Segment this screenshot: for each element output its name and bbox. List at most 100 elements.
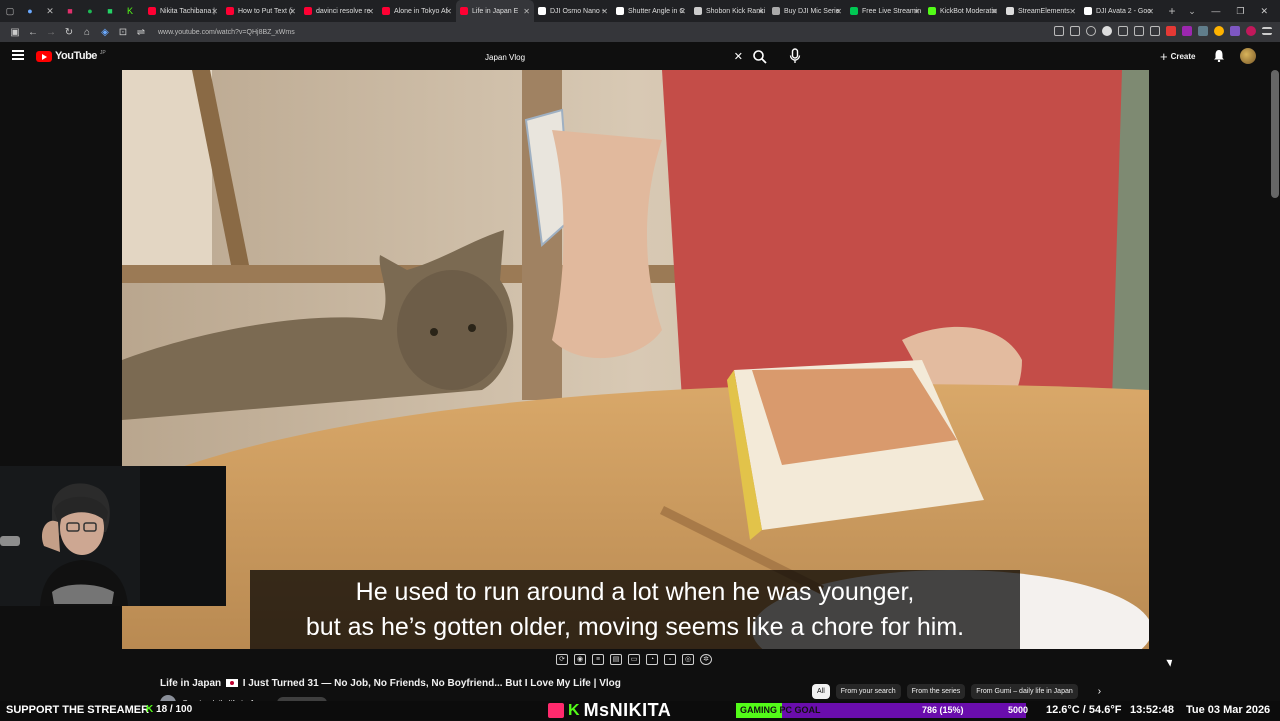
pinned-tab-kick-icon[interactable]: K [120, 0, 140, 22]
extension-icon[interactable] [1118, 26, 1128, 36]
extension-icon[interactable] [1198, 26, 1208, 36]
close-tab-icon[interactable]: ✕ [679, 7, 686, 16]
browser-tab[interactable]: How to Put Text (i ✕ [222, 0, 300, 22]
video-captions: He used to run around a lot when he was … [250, 570, 1020, 649]
extension-icon[interactable] [1166, 26, 1176, 36]
browser-tab[interactable]: Shutter Angle in C ✕ [612, 0, 690, 22]
browser-tab[interactable]: StreamElements - ✕ [1002, 0, 1080, 22]
close-tab-icon[interactable]: ✕ [367, 7, 374, 16]
browser-tab[interactable]: Buy DJI Mic Serie ✕ [768, 0, 846, 22]
account-avatar[interactable] [1240, 48, 1256, 64]
close-tab-icon[interactable]: ✕ [757, 7, 764, 16]
star-icon[interactable] [1086, 26, 1096, 36]
audio-icon[interactable]: ◉ [574, 654, 586, 665]
guide-menu-icon[interactable] [12, 50, 24, 60]
clip-icon[interactable]: ▤ [610, 654, 622, 665]
close-tab-icon[interactable]: ✕ [445, 7, 452, 16]
browser-tab[interactable]: Life in Japan E ✕ [456, 0, 534, 22]
settings-gear-icon[interactable]: ✲ [700, 654, 712, 665]
chevron-right-icon[interactable]: › [1098, 686, 1101, 697]
close-tab-icon[interactable]: ✕ [523, 7, 530, 16]
caption-line-1: He used to run around a lot when he was … [355, 578, 915, 606]
video-frame-illustration [122, 70, 1149, 649]
search-icon[interactable] [752, 49, 768, 65]
miniplayer-icon[interactable]: ▫ [664, 654, 676, 665]
notifications-bell-icon[interactable] [1213, 49, 1225, 62]
pinned-tab-x-icon[interactable]: ✕ [40, 0, 60, 22]
speed-icon[interactable]: ◔ [646, 654, 658, 665]
tab-favicon-icon [694, 7, 702, 15]
clear-search-icon[interactable]: ✕ [734, 50, 743, 63]
player-controls: ⟳ ◉ ≡ ▤ ▭ ◔ ▫ ◎ ✲ [556, 654, 712, 665]
sidebar-toggle-icon[interactable]: ▣ [6, 27, 24, 38]
mouse-cursor-icon [1166, 657, 1175, 667]
extension-icon[interactable] [1150, 26, 1160, 36]
pinned-tab-whatsapp-icon[interactable]: ■ [100, 0, 120, 22]
search-input[interactable]: Japan Vlog ✕ [477, 46, 749, 68]
browser-tab[interactable]: Alone in Tokyo Af ✕ [378, 0, 456, 22]
browser-tab[interactable]: Free Live Streamin ✕ [846, 0, 924, 22]
chip-from-channel[interactable]: From Gumi – daily life in Japan [971, 684, 1078, 699]
close-tab-icon[interactable]: ✕ [289, 7, 296, 16]
close-tab-icon[interactable]: ✕ [835, 7, 842, 16]
extension-icon[interactable] [1054, 26, 1064, 36]
playlist-icon[interactable]: ≡ [592, 654, 604, 665]
video-player[interactable]: He used to run around a lot when he was … [122, 70, 1149, 649]
tab-favicon-icon [1006, 7, 1014, 15]
chip-from-your-search[interactable]: From your search [835, 684, 901, 699]
browser-tab[interactable]: DJI Avata 2 - Goo ✕ [1080, 0, 1158, 22]
back-icon[interactable]: ← [24, 27, 42, 38]
extension-icon[interactable] [1134, 26, 1144, 36]
search-query: Japan Vlog [485, 52, 526, 62]
close-tab-icon[interactable]: ✕ [601, 7, 608, 16]
stream-overlay-bar: SUPPORT THE STREAMER K 18 / 100 K MsNIKI… [0, 700, 1280, 720]
tab-label: DJI Osmo Nano - [550, 7, 605, 15]
restore-icon[interactable]: ❐ [1236, 6, 1244, 17]
forward-icon[interactable]: → [42, 27, 60, 38]
pinned-tab-spotify-icon[interactable]: ● [80, 0, 100, 22]
browser-menu-icon[interactable] [1262, 27, 1272, 35]
profile-icon[interactable] [1246, 26, 1256, 36]
close-window-icon[interactable]: ✕ [1260, 6, 1268, 17]
extension-icon[interactable] [1070, 26, 1080, 36]
tab-actions-icon[interactable]: ▢ [0, 0, 20, 22]
pinned-tab-icon[interactable]: ● [20, 0, 40, 22]
site-info-icon[interactable]: ⇌ [132, 27, 150, 38]
browser-tab[interactable]: KickBot Moderatio ✕ [924, 0, 1002, 22]
chip-all[interactable]: All [812, 684, 830, 699]
pinned-tab-instagram-icon[interactable]: ■ [60, 0, 80, 22]
close-tab-icon[interactable]: ✕ [211, 7, 218, 16]
extension-icon[interactable] [1230, 26, 1240, 36]
home-icon[interactable]: ⌂ [78, 27, 96, 38]
close-tab-icon[interactable]: ✕ [991, 7, 998, 16]
theater-mode-icon[interactable]: ▭ [628, 654, 640, 665]
japan-flag-icon [225, 679, 238, 687]
new-tab-button[interactable]: + [1162, 0, 1182, 22]
extension-icon[interactable] [1214, 26, 1224, 36]
loop-icon[interactable]: ⟳ [556, 654, 568, 665]
browser-tab[interactable]: DJI Osmo Nano - ✕ [534, 0, 612, 22]
microphone-icon[interactable] [788, 48, 802, 64]
tab-label: Alone in Tokyo Af [394, 7, 448, 15]
chip-from-the-series[interactable]: From the series [906, 684, 966, 699]
create-button[interactable]: + Create [1160, 48, 1196, 64]
youtube-logo[interactable]: YouTube JP [36, 50, 106, 62]
shield-icon[interactable]: ◈ [96, 27, 114, 38]
lock-icon[interactable]: ⊡ [114, 27, 132, 38]
tab-label: Life in Japan E [472, 7, 519, 15]
extension-icon[interactable] [1102, 26, 1112, 36]
page-scrollbar[interactable] [1271, 70, 1279, 198]
close-tab-icon[interactable]: ✕ [913, 7, 920, 16]
reload-icon[interactable]: ↻ [60, 27, 78, 38]
screenshot-icon[interactable]: ◎ [682, 654, 694, 665]
close-tab-icon[interactable]: ✕ [1147, 7, 1154, 16]
tab-search-icon[interactable]: ⌄ [1182, 0, 1202, 22]
extension-icon[interactable] [1182, 26, 1192, 36]
close-tab-icon[interactable]: ✕ [1069, 7, 1076, 16]
browser-tab[interactable]: davinci resolve re ✕ [300, 0, 378, 22]
browser-tab[interactable]: Shobon Kick Ranki ✕ [690, 0, 768, 22]
youtube-region-code: JP [99, 50, 106, 56]
browser-tab[interactable]: Nikita Tachibana | ✕ [144, 0, 222, 22]
minimize-icon[interactable]: — [1211, 6, 1220, 16]
url-field[interactable]: www.youtube.com/watch?v=QHj8BZ_xWms [158, 29, 295, 36]
